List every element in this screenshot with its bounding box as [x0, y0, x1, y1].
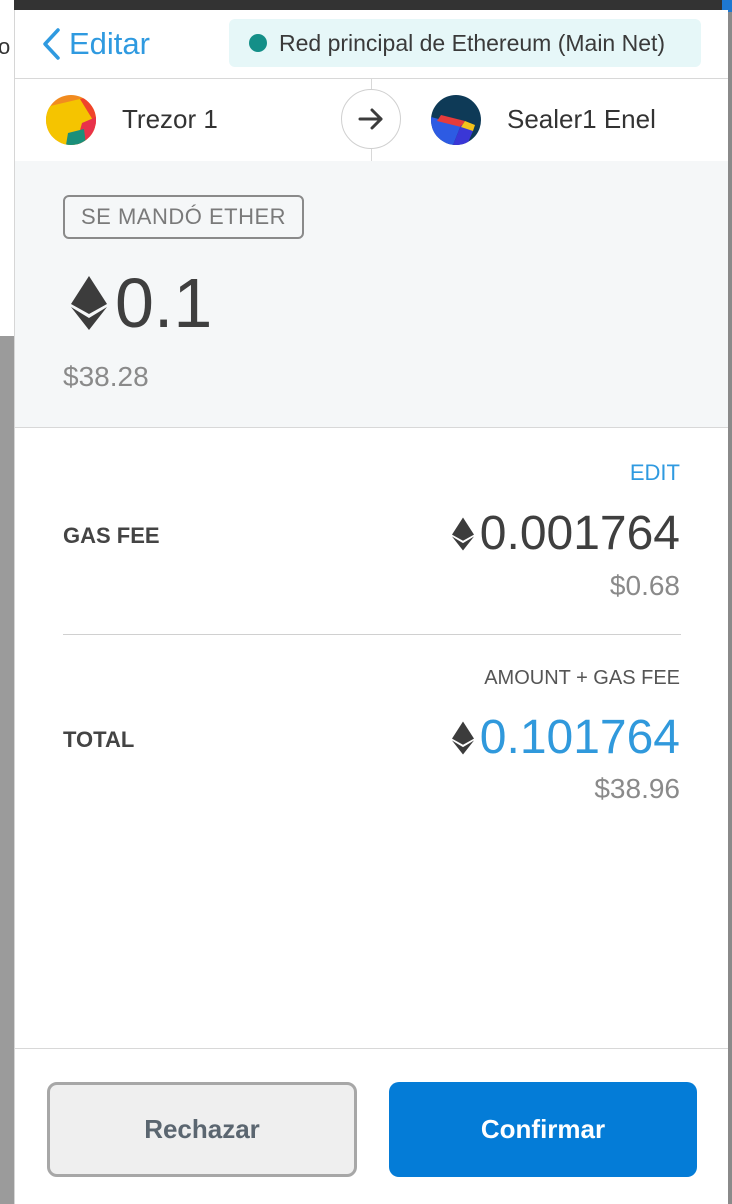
- gas-fee-amount: 0.001764: [451, 506, 680, 562]
- backdrop-text: o: [0, 34, 11, 59]
- sender-avatar: [46, 94, 96, 145]
- total-label: TOTAL: [63, 727, 135, 752]
- sent-fiat-value: $38.28: [63, 361, 149, 392]
- total-amount: 0.101764: [451, 710, 680, 766]
- back-label: Editar: [69, 26, 150, 61]
- reject-button[interactable]: Rechazar: [47, 1082, 357, 1177]
- backdrop-right: [728, 0, 732, 1204]
- gas-fee-label: GAS FEE: [63, 523, 160, 548]
- gas-fee-value: 0.001764: [479, 507, 680, 560]
- backdrop-left-top: o: [0, 0, 14, 336]
- network-status-dot: [249, 34, 267, 52]
- ethereum-icon: [451, 721, 474, 755]
- confirm-button[interactable]: Confirmar: [389, 1082, 697, 1177]
- total-value: 0.101764: [479, 711, 680, 764]
- arrow-right-icon: [341, 89, 401, 149]
- ethereum-icon: [451, 517, 474, 551]
- fee-divider: [63, 634, 681, 635]
- gas-fee-fiat: $0.68: [609, 570, 680, 601]
- recipient-account[interactable]: Sealer1 Enel: [431, 78, 656, 161]
- ethereum-icon: [71, 276, 107, 330]
- confirm-transaction-popup: Editar Red principal de Ethereum (Main N…: [14, 10, 728, 1204]
- edit-gas-button[interactable]: EDIT: [630, 460, 680, 486]
- sender-name: Trezor 1: [122, 104, 218, 134]
- network-label: Red principal de Ethereum (Main Net): [279, 29, 666, 56]
- recipient-name: Sealer1 Enel: [507, 104, 656, 134]
- transaction-type-badge: SE MANDÓ ETHER: [63, 195, 305, 239]
- chevron-left-icon: [43, 28, 60, 60]
- recipient-avatar: [431, 94, 481, 145]
- sent-amount-section: SE MANDÓ ETHER 0.1 $38.28: [15, 161, 728, 428]
- footer-divider: [15, 1048, 728, 1049]
- sender-account[interactable]: Trezor 1: [46, 78, 218, 161]
- amount-plus-gas-label: AMOUNT + GAS FEE: [484, 667, 680, 689]
- network-indicator[interactable]: Red principal de Ethereum (Main Net): [229, 19, 701, 67]
- sent-value: 0.1: [115, 264, 213, 342]
- sent-amount: 0.1: [71, 263, 212, 343]
- total-fiat: $38.96: [594, 773, 680, 804]
- accounts-row: Trezor 1 Sealer1 Enel: [15, 78, 728, 162]
- edit-back-link[interactable]: Editar: [41, 26, 150, 62]
- header: Editar Red principal de Ethereum (Main N…: [15, 10, 728, 79]
